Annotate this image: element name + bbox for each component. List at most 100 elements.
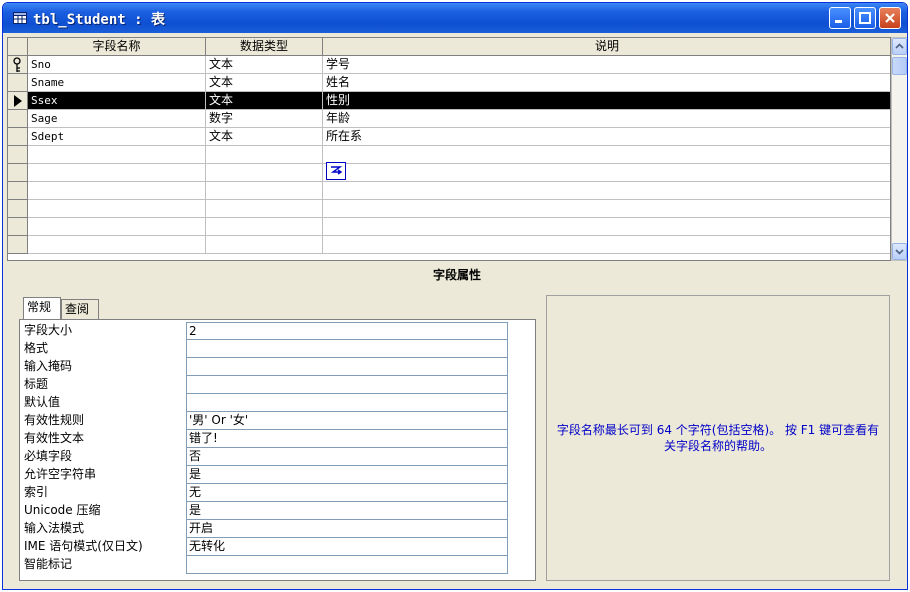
scroll-down-button[interactable]	[892, 243, 907, 260]
table-row[interactable]	[8, 146, 890, 164]
row-selector[interactable]	[8, 164, 28, 182]
builder-icon[interactable]	[326, 162, 346, 180]
row-selector[interactable]	[8, 110, 28, 128]
row-selector[interactable]	[8, 56, 28, 74]
cell-field-name[interactable]: Sno	[28, 56, 206, 74]
cell-description[interactable]: 年龄	[323, 110, 890, 128]
row-selector[interactable]	[8, 128, 28, 146]
property-row: Unicode 压缩 是	[20, 502, 535, 520]
property-value-field[interactable]: 错了!	[186, 430, 508, 448]
scroll-up-button[interactable]	[892, 38, 907, 55]
property-value-field[interactable]	[186, 358, 508, 376]
cell-description[interactable]: 所在系	[323, 128, 890, 146]
row-selector[interactable]	[8, 236, 28, 254]
cell-field-name[interactable]	[28, 200, 206, 218]
grid-vertical-scrollbar[interactable]	[891, 37, 907, 261]
cell-field-name[interactable]	[28, 164, 206, 182]
cell-data-type[interactable]: 文本	[206, 74, 323, 92]
table-row[interactable]	[8, 218, 890, 236]
property-value-field[interactable]	[186, 376, 508, 394]
scroll-thumb[interactable]	[892, 57, 907, 75]
property-label: IME 语句模式(仅日文)	[24, 539, 143, 553]
cell-field-name[interactable]	[28, 236, 206, 254]
help-text: 字段名称最长可到 64 个字符(包括空格)。 按 F1 键可查看有关字段名称的帮…	[556, 423, 880, 453]
property-value-field[interactable]	[186, 340, 508, 358]
close-button[interactable]	[879, 7, 901, 29]
cell-description[interactable]: 学号	[323, 56, 890, 74]
property-value-field[interactable]	[186, 394, 508, 412]
cell-description[interactable]: 姓名	[323, 74, 890, 92]
property-sheet: 字段大小 2 格式 输入掩码 标题 默认值 有效性规则 '男' Or '女' 有效性文本 错了! 必…	[19, 319, 536, 581]
table-row[interactable]: Sname 文本 姓名	[8, 74, 890, 92]
tab-lookup[interactable]: 查阅	[61, 299, 99, 319]
property-value-field[interactable]: 无	[186, 484, 508, 502]
property-label: 有效性规则	[24, 413, 85, 427]
property-value-field[interactable]: 是	[186, 502, 508, 520]
property-value-field[interactable]: '男' Or '女'	[186, 412, 508, 430]
property-value-field[interactable]: 无转化	[186, 538, 508, 556]
maximize-icon	[859, 12, 871, 24]
window-title: tbl_Student : 表	[33, 12, 166, 28]
property-row: IME 语句模式(仅日文) 无转化	[20, 538, 535, 556]
cell-field-name[interactable]: Sage	[28, 110, 206, 128]
cell-data-type[interactable]	[206, 182, 323, 200]
row-selector[interactable]	[8, 218, 28, 236]
maximize-button[interactable]	[854, 7, 876, 29]
table-row[interactable]	[8, 236, 890, 254]
property-row: 输入法模式 开启	[20, 520, 535, 538]
cell-data-type[interactable]: 文本	[206, 128, 323, 146]
header-description[interactable]: 说明	[323, 38, 890, 56]
row-selector[interactable]	[8, 92, 28, 110]
tab-general[interactable]: 常规	[23, 297, 61, 319]
field-grid[interactable]: 字段名称 数据类型 说明 Sno 文本 学号 Sname 文本 姓名 Ssex 文本 性别 Sag…	[7, 37, 891, 261]
cell-data-type[interactable]: 文本	[206, 56, 323, 74]
property-label: 输入掩码	[24, 359, 73, 373]
cell-data-type[interactable]	[206, 236, 323, 254]
cell-field-name[interactable]	[28, 182, 206, 200]
header-data-type[interactable]: 数据类型	[206, 38, 323, 56]
row-selector[interactable]	[8, 146, 28, 164]
row-selector[interactable]	[8, 182, 28, 200]
cell-description[interactable]	[323, 146, 890, 164]
table-row[interactable]: Ssex 文本 性别	[8, 92, 890, 110]
table-row[interactable]	[8, 182, 890, 200]
cell-field-name[interactable]	[28, 218, 206, 236]
cell-description[interactable]	[323, 182, 890, 200]
cell-description[interactable]	[323, 200, 890, 218]
cell-description[interactable]	[323, 218, 890, 236]
property-value-field[interactable]: 2	[186, 322, 508, 340]
cell-field-name[interactable]: Sname	[28, 74, 206, 92]
property-value-field[interactable]	[186, 556, 508, 574]
chevron-up-icon	[895, 43, 904, 49]
table-row[interactable]: Sage 数字 年龄	[8, 110, 890, 128]
property-value-field[interactable]: 否	[186, 448, 508, 466]
cell-description[interactable]	[323, 164, 890, 182]
cell-description[interactable]: 性别	[323, 92, 890, 110]
property-value-field[interactable]: 开启	[186, 520, 508, 538]
field-properties-title: 字段属性	[432, 268, 481, 282]
table-row[interactable]	[8, 200, 890, 218]
cell-data-type[interactable]	[206, 200, 323, 218]
row-selector[interactable]	[8, 200, 28, 218]
property-label: 必填字段	[24, 449, 73, 463]
minimize-button[interactable]	[829, 7, 851, 29]
cell-description[interactable]	[323, 236, 890, 254]
cell-data-type[interactable]: 数字	[206, 110, 323, 128]
help-panel: 字段名称最长可到 64 个字符(包括空格)。 按 F1 键可查看有关字段名称的帮…	[546, 295, 890, 581]
table-row[interactable]: Sno 文本 学号	[8, 56, 890, 74]
table-row[interactable]	[8, 164, 890, 182]
cell-field-name[interactable]: Ssex	[28, 92, 206, 110]
cell-data-type[interactable]	[206, 146, 323, 164]
table-row[interactable]: Sdept 文本 所在系	[8, 128, 890, 146]
row-selector[interactable]	[8, 74, 28, 92]
property-value-field[interactable]: 是	[186, 466, 508, 484]
cell-data-type[interactable]	[206, 164, 323, 182]
cell-data-type[interactable]: 文本	[206, 92, 323, 110]
cell-data-type[interactable]	[206, 218, 323, 236]
header-field-name[interactable]: 字段名称	[28, 38, 206, 56]
cell-field-name[interactable]: Sdept	[28, 128, 206, 146]
cell-field-name[interactable]	[28, 146, 206, 164]
table-design-window: tbl_Student : 表 字段名称 数据类型 说明 Sno 文本 学号 Snam…	[2, 2, 908, 590]
property-row: 字段大小 2	[20, 322, 535, 340]
title-bar[interactable]: tbl_Student : 表	[3, 3, 907, 33]
